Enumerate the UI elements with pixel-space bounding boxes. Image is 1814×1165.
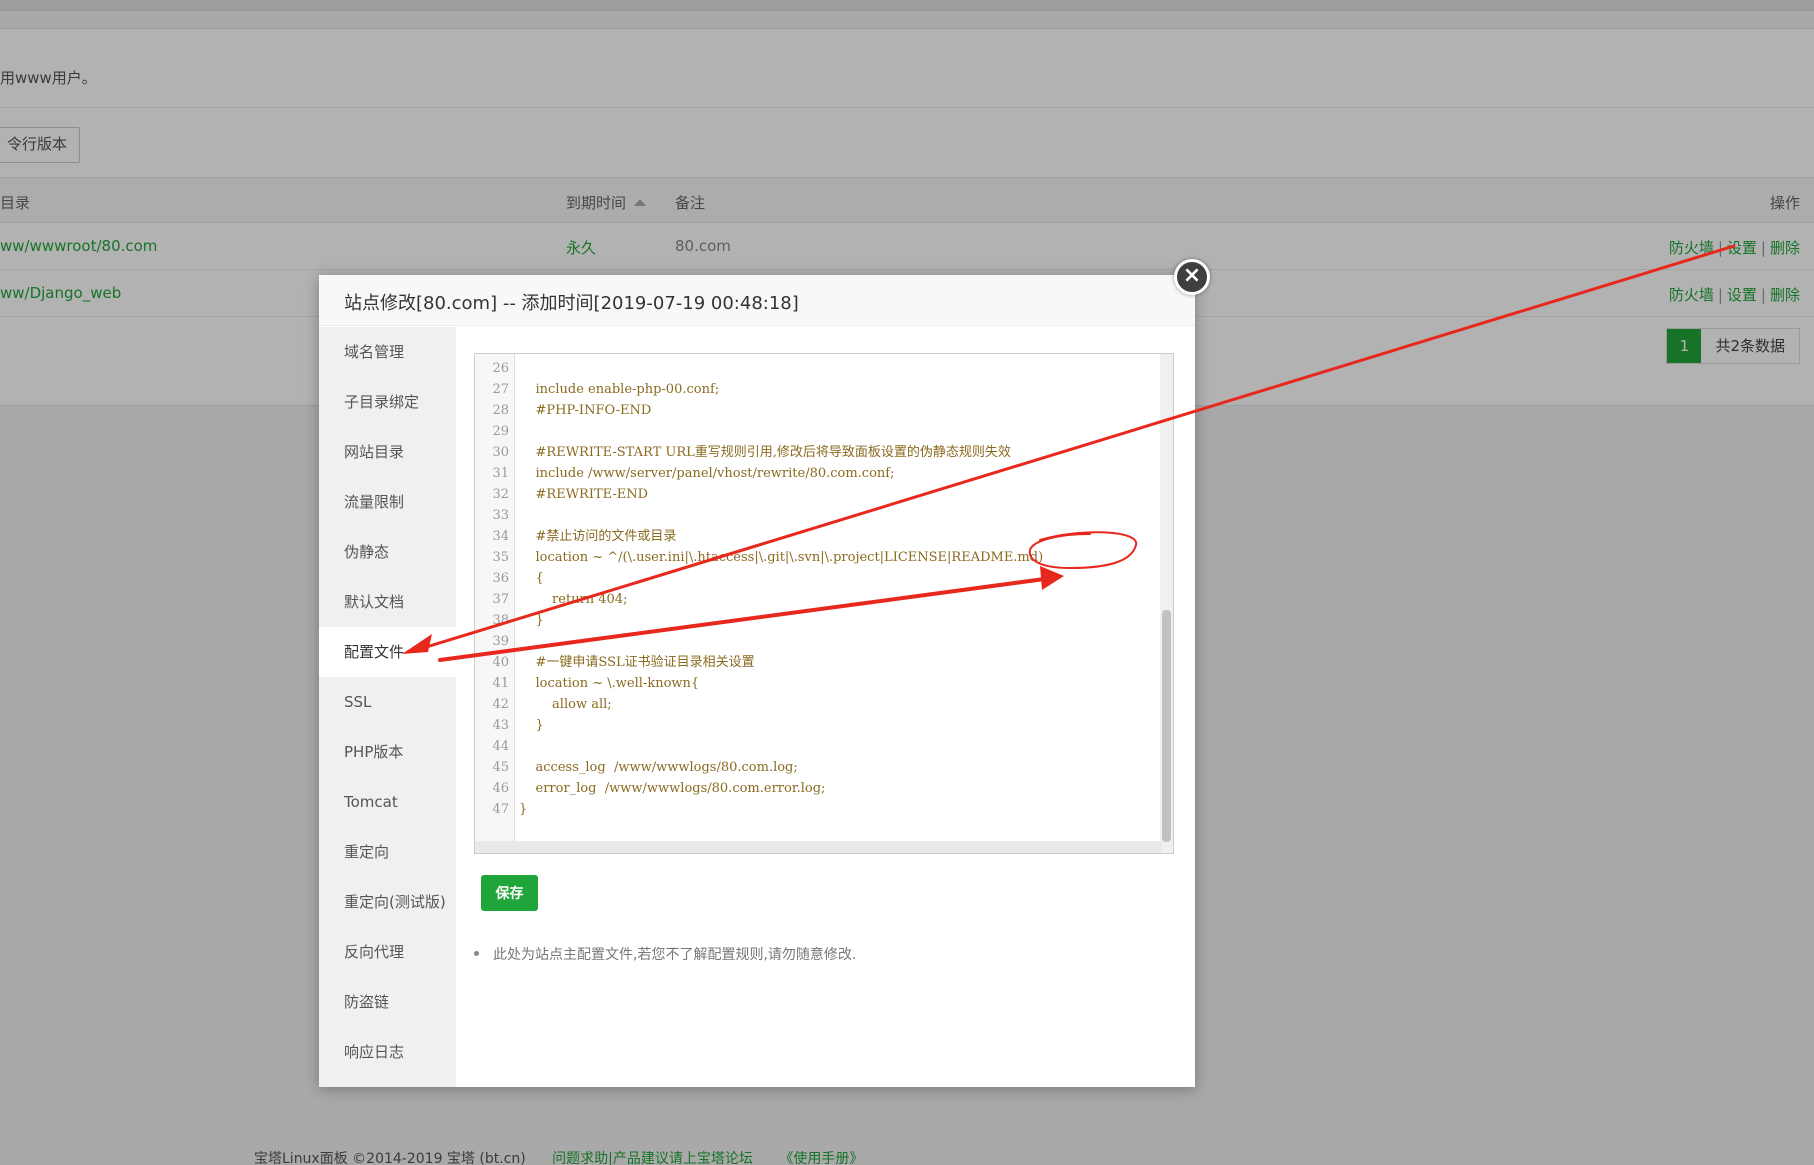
dialog-side-nav: 域名管理 子目录绑定 网站目录 流量限制 伪静态 默认文档 配置文件 SSL PHP版本 Tomc… — [319, 327, 456, 1087]
line-number: 46 — [492, 781, 509, 796]
config-code-editor[interactable]: 26 27 include enable-php-00.conf; 28 #PHP-… — [474, 353, 1174, 854]
code-line[interactable]: 38 } — [475, 610, 1165, 631]
line-number: 36 — [492, 571, 509, 586]
code-line[interactable]: 41 location ~ \.well-known{ — [475, 673, 1165, 694]
code-line[interactable]: 36 { — [475, 568, 1165, 589]
line-number: 44 — [492, 739, 509, 754]
code-text: include enable-php-00.conf; — [519, 382, 720, 397]
code-text: #REWRITE-START URL重写规则引用,修改后将导致面板设置的伪静态规… — [519, 445, 1011, 460]
nav-item-13[interactable]: 反向代理 — [319, 927, 456, 977]
nav-item-10[interactable]: Tomcat — [319, 777, 456, 827]
nav-item-12[interactable]: 重定向(测试版) — [319, 877, 456, 927]
save-button[interactable]: 保存 — [481, 875, 538, 911]
line-number: 38 — [492, 613, 509, 628]
code-line[interactable]: 35 location ~ ^/(\.user.ini|\.htaccess|\… — [475, 547, 1165, 568]
line-number: 43 — [492, 718, 509, 733]
vertical-scrollbar[interactable] — [1160, 354, 1173, 853]
code-line[interactable]: 39 — [475, 631, 1165, 652]
code-line[interactable]: 29 — [475, 421, 1165, 442]
code-line[interactable]: 33 — [475, 505, 1165, 526]
code-text: allow all; — [519, 697, 612, 712]
dialog-content: 26 27 include enable-php-00.conf; 28 #PHP-… — [456, 327, 1195, 1087]
code-text: error_log /www/wwwlogs/80.com.error.log; — [519, 781, 826, 796]
line-number: 28 — [492, 403, 509, 418]
code-text: #PHP-INFO-END — [519, 403, 652, 418]
nav-item-2[interactable]: 子目录绑定 — [319, 377, 456, 427]
code-line[interactable]: 45 access_log /www/wwwlogs/80.com.log; — [475, 757, 1165, 778]
code-line[interactable]: 47} — [475, 799, 1165, 820]
bullet-icon — [474, 951, 479, 956]
nav-item-15[interactable]: 响应日志 — [319, 1027, 456, 1077]
nav-item-8[interactable]: SSL — [319, 677, 456, 727]
line-number: 42 — [492, 697, 509, 712]
nav-item-1[interactable]: 域名管理 — [319, 327, 456, 377]
line-number: 40 — [492, 655, 509, 670]
nav-item-14[interactable]: 防盗链 — [319, 977, 456, 1027]
code-text: include /www/server/panel/vhost/rewrite/… — [519, 466, 895, 481]
close-icon[interactable]: × — [1174, 259, 1210, 295]
code-line[interactable]: 43 } — [475, 715, 1165, 736]
nav-item-11[interactable]: 重定向 — [319, 827, 456, 877]
nav-item-9[interactable]: PHP版本 — [319, 727, 456, 777]
code-text: } — [519, 718, 544, 733]
code-text: #一键申请SSL证书验证目录相关设置 — [519, 655, 755, 670]
line-number: 41 — [492, 676, 509, 691]
code-text: { — [519, 571, 544, 586]
code-line[interactable]: 26 — [475, 358, 1165, 379]
code-text: #REWRITE-END — [519, 487, 649, 502]
code-line[interactable]: 40 #一键申请SSL证书验证目录相关设置 — [475, 652, 1165, 673]
scroll-thumb[interactable] — [1162, 610, 1171, 842]
code-line[interactable]: 27 include enable-php-00.conf; — [475, 379, 1165, 400]
line-number: 45 — [492, 760, 509, 775]
config-tip: 此处为站点主配置文件,若您不了解配置规则,请勿随意修改. — [474, 944, 856, 964]
line-number: 39 — [492, 634, 509, 649]
code-line[interactable]: 42 allow all; — [475, 694, 1165, 715]
line-number: 34 — [492, 529, 509, 544]
line-number: 33 — [492, 508, 509, 523]
code-text: location ~ \.well-known{ — [519, 676, 700, 691]
line-number: 32 — [492, 487, 509, 502]
nav-item-4[interactable]: 流量限制 — [319, 477, 456, 527]
nav-item-5[interactable]: 伪静态 — [319, 527, 456, 577]
line-number: 31 — [492, 466, 509, 481]
code-line[interactable]: 37 return 404; — [475, 589, 1165, 610]
line-number: 35 — [492, 550, 509, 565]
code-lines[interactable]: 26 27 include enable-php-00.conf; 28 #PHP-… — [475, 358, 1165, 820]
tip-text: 此处为站点主配置文件,若您不了解配置规则,请勿随意修改. — [493, 947, 857, 963]
site-edit-dialog: 站点修改[80.com] -- 添加时间[2019-07-19 00:48:18… — [319, 275, 1195, 1087]
code-text: #禁止访问的文件或目录 — [519, 529, 677, 544]
nav-item-7[interactable]: 配置文件 — [319, 627, 456, 677]
code-line[interactable]: 31 include /www/server/panel/vhost/rewri… — [475, 463, 1165, 484]
code-line[interactable]: 32 #REWRITE-END — [475, 484, 1165, 505]
code-line[interactable]: 34 #禁止访问的文件或目录 — [475, 526, 1165, 547]
nav-item-3[interactable]: 网站目录 — [319, 427, 456, 477]
code-line[interactable]: 44 — [475, 736, 1165, 757]
line-number: 27 — [492, 382, 509, 397]
horizontal-scrollbar[interactable] — [475, 841, 1162, 853]
code-text: } — [519, 613, 544, 628]
code-text: } — [519, 802, 528, 817]
line-number: 26 — [492, 361, 509, 376]
line-number: 47 — [492, 802, 509, 817]
line-number: 29 — [492, 424, 509, 439]
code-line[interactable]: 30 #REWRITE-START URL重写规则引用,修改后将导致面板设置的伪… — [475, 442, 1165, 463]
nav-item-6[interactable]: 默认文档 — [319, 577, 456, 627]
code-line[interactable]: 28 #PHP-INFO-END — [475, 400, 1165, 421]
code-text: access_log /www/wwwlogs/80.com.log; — [519, 760, 798, 775]
dialog-title: 站点修改[80.com] -- 添加时间[2019-07-19 00:48:18… — [319, 275, 1195, 326]
line-number: 37 — [492, 592, 509, 607]
code-text: location ~ ^/(\.user.ini|\.htaccess|\.gi… — [519, 550, 1044, 565]
line-number: 30 — [492, 445, 509, 460]
code-text: return 404; — [519, 592, 628, 607]
code-line[interactable]: 46 error_log /www/wwwlogs/80.com.error.l… — [475, 778, 1165, 799]
